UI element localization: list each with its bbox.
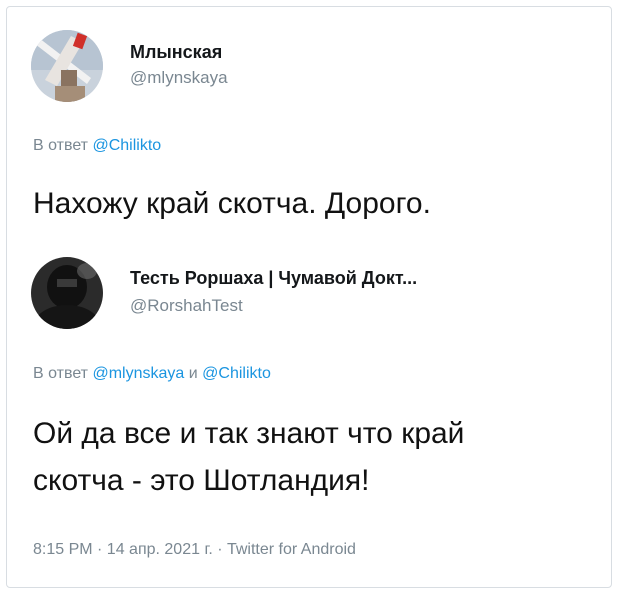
author-name[interactable]: Тесть Роршаха | Чумавой Докт...	[130, 268, 417, 289]
hooded-figure-avatar-icon	[31, 257, 103, 329]
avatar-mlynskaya[interactable]	[31, 30, 103, 102]
tweet-text: Нахожу край скотча. Дорого.	[33, 187, 431, 220]
reply-prefix: В ответ	[33, 137, 89, 154]
reply-context: В ответ @mlynskaya и @Chilikto	[33, 365, 271, 383]
reply-context: В ответ @Chilikto	[33, 137, 161, 155]
author-handle[interactable]: @mlynskaya	[130, 68, 228, 88]
mention-link[interactable]: @mlynskaya	[92, 365, 184, 382]
tweet-timestamp[interactable]: 8:15 PM · 14 апр. 2021 г. · Twitter for …	[33, 541, 356, 559]
author-name[interactable]: Млынская	[130, 42, 222, 63]
tweet-text-line-2: скотча - это Шотландия!	[33, 464, 370, 497]
author-handle[interactable]: @RorshahTest	[130, 296, 243, 316]
windmill-avatar-icon	[31, 30, 103, 102]
reply-prefix: В ответ	[33, 365, 89, 382]
mention-link[interactable]: @Chilikto	[92, 137, 161, 154]
avatar-rorshahtest[interactable]	[31, 257, 103, 329]
reply-joiner: и	[188, 365, 198, 382]
mention-link[interactable]: @Chilikto	[202, 365, 271, 382]
tweet-text-line-1: Ой да все и так знают что край	[33, 417, 465, 450]
